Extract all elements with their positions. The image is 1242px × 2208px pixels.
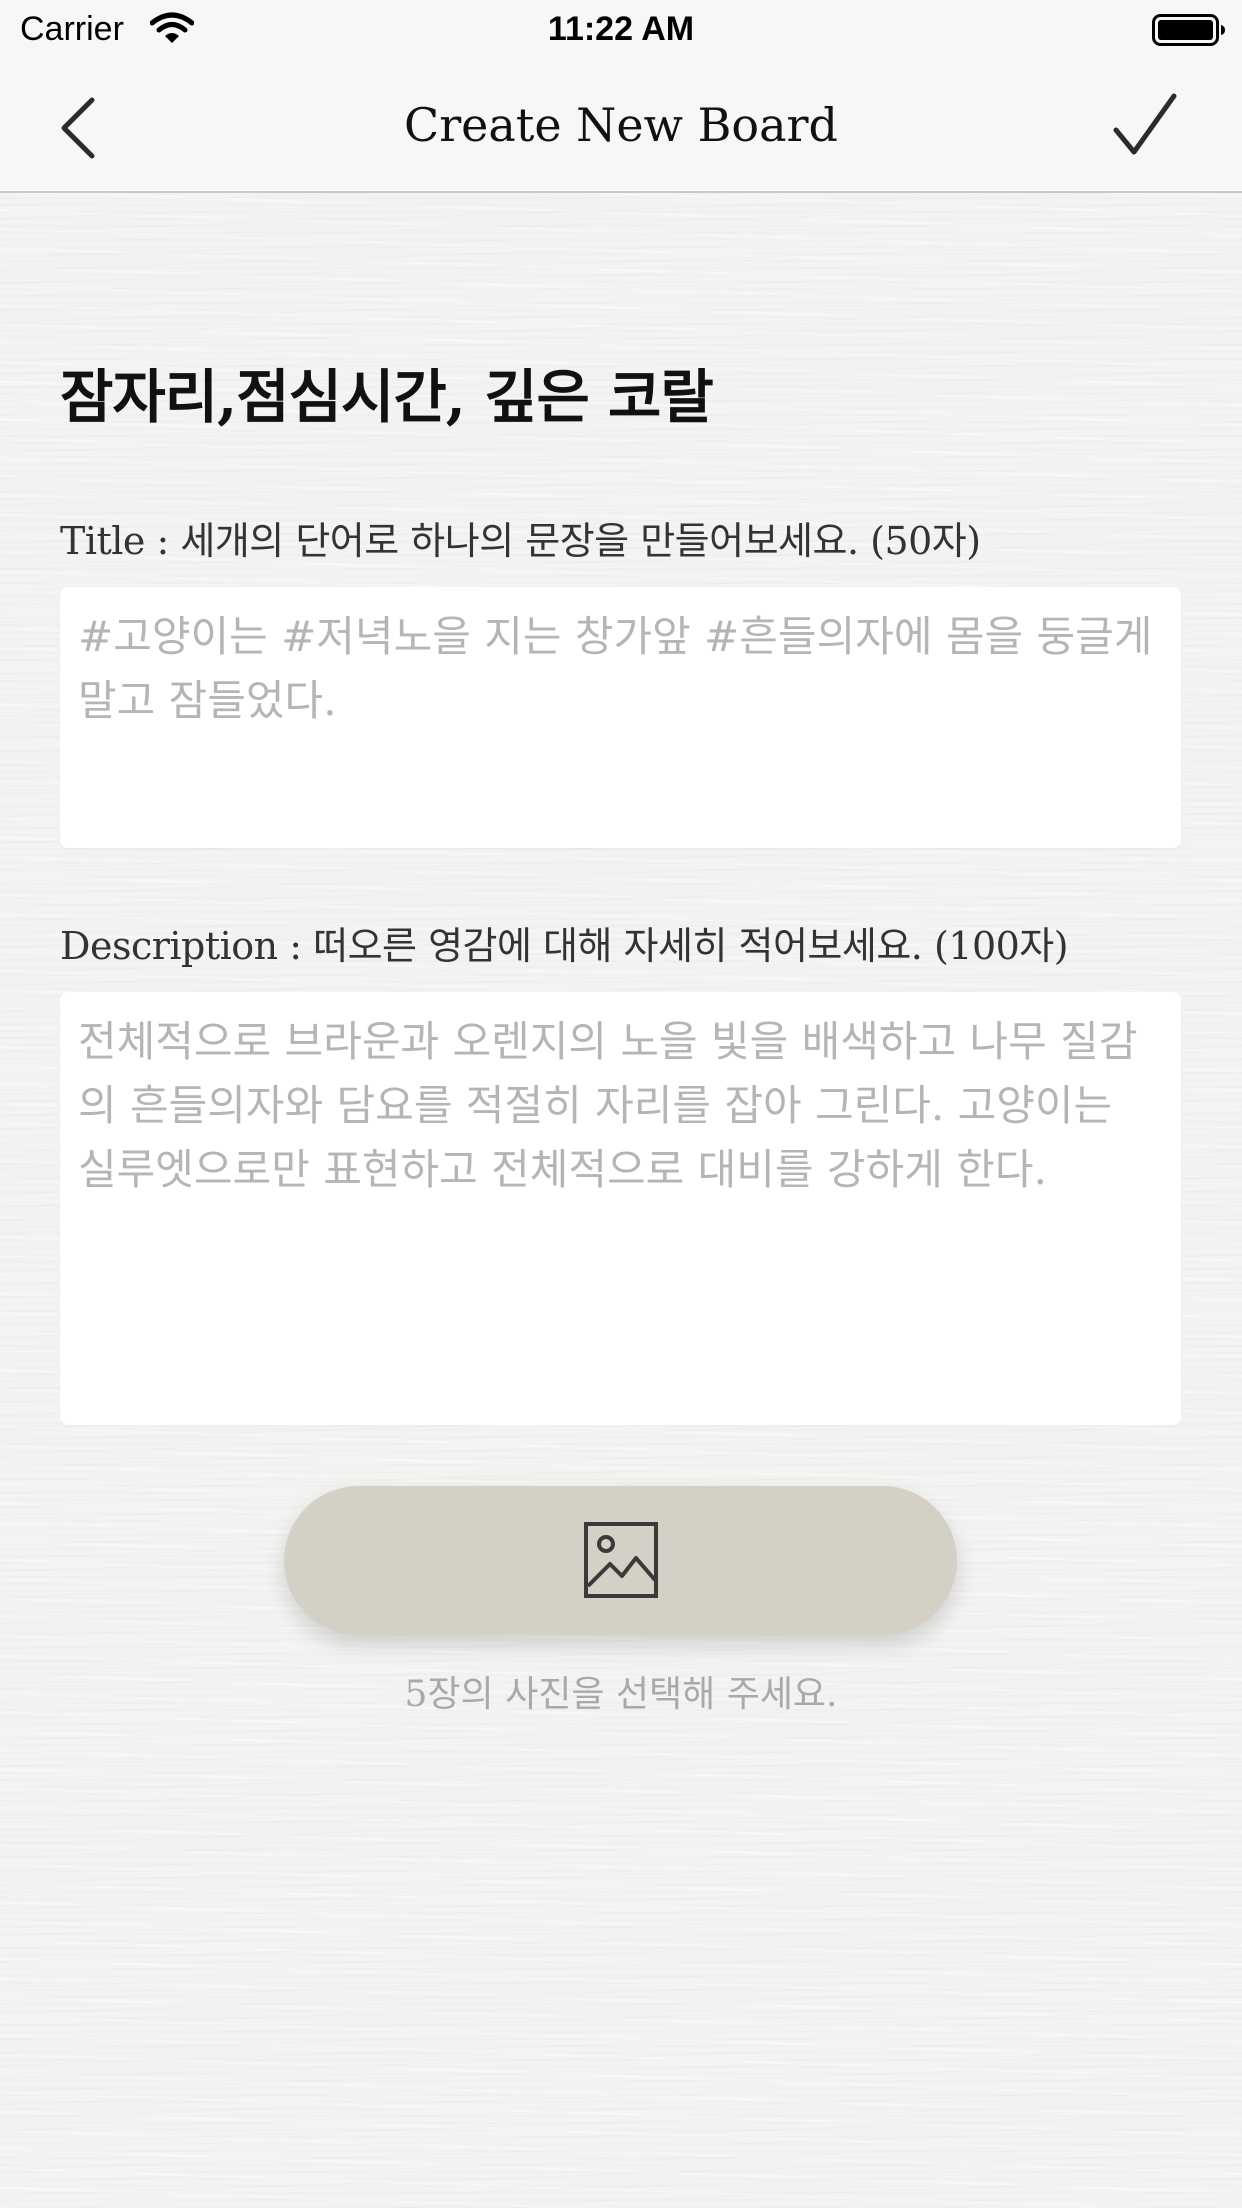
image-icon <box>584 1522 658 1598</box>
checkmark-icon[interactable] <box>1110 90 1180 160</box>
status-bar: Carrier 11:22 AM <box>0 0 1242 62</box>
select-photos-button[interactable] <box>284 1486 957 1635</box>
board-keywords-heading: 잠자리,점심시간, 깊은 코랄 <box>60 363 714 431</box>
description-placeholder: 전체적으로 브라운과 오렌지의 노을 빛을 배색하고 나무 질감의 흔들의자와 … <box>78 1017 1138 1194</box>
description-input[interactable]: 전체적으로 브라운과 오렌지의 노을 빛을 배색하고 나무 질감의 흔들의자와 … <box>60 992 1181 1425</box>
title-input[interactable]: #고양이는 #저녁노을 지는 창가앞 #흔들의자에 몸을 둥글게 말고 잠들었다… <box>60 587 1181 848</box>
title-field-label: Title : 세개의 단어로 하나의 문장을 만들어보세요. (50자) <box>60 519 981 563</box>
photo-hint: 5장의 사진을 선택해 주세요. <box>404 1674 838 1715</box>
page-title: Create New Board <box>404 98 838 152</box>
description-field-label: Description : 떠오른 영감에 대해 자세히 적어보세요. (100… <box>60 924 1069 968</box>
navigation-bar: Create New Board <box>0 62 1242 193</box>
status-time: 11:22 AM <box>547 10 695 48</box>
title-placeholder: #고양이는 #저녁노을 지는 창가앞 #흔들의자에 몸을 둥글게 말고 잠들었다… <box>78 612 1153 725</box>
battery-full-icon <box>1152 14 1225 46</box>
